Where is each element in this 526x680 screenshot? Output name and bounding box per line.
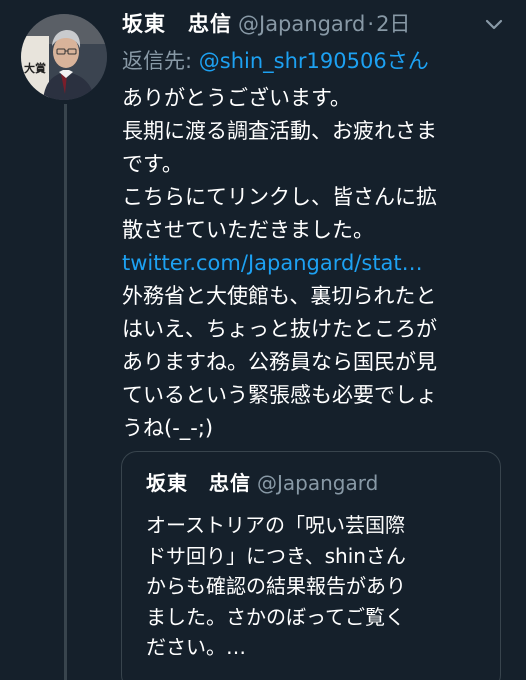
quoted-author-name: 坂東 忠信	[146, 471, 251, 495]
author-name[interactable]: 坂東 忠信	[122, 12, 232, 36]
quoted-text-line: ました。さかのぼってご覧く	[146, 604, 405, 629]
tweet-text-line: はいえ、ちょっと抜けたところが	[122, 317, 437, 341]
quoted-text-line: ださい。…	[146, 635, 246, 659]
tweet-text-line: こちらにてリンクし、皆さんに拡	[122, 185, 437, 209]
reply-mention-link[interactable]: @shin_shr190506	[199, 49, 387, 73]
tweet-text-line: うね(-_-;)	[122, 416, 214, 440]
quoted-tweet-card[interactable]: 坂東 忠信 @Japangard オーストリアの「呪い芸国際 ドサ回り」につき、s…	[121, 451, 501, 680]
tweet-link[interactable]: twitter.com/Japangard/stat…	[122, 247, 522, 280]
quoted-tweet-text: オーストリアの「呪い芸国際 ドサ回り」につき、shinさん からも確認の結果報告…	[146, 510, 486, 663]
quoted-author-handle: @Japangard	[257, 471, 379, 495]
tweet-text-line: 長期に渡る調査活動、お疲れさま	[122, 119, 437, 143]
reply-to-label: 返信先:	[122, 49, 199, 73]
avatar[interactable]: 大賞	[21, 14, 107, 100]
tweet-text-line: ているという緊張感も必要でしょ	[122, 383, 437, 407]
quoted-tweet-header: 坂東 忠信 @Japangard	[146, 468, 378, 498]
thread-line	[64, 104, 67, 680]
tweet-body: ありがとうございます。 長期に渡る調査活動、お疲れさま です。 こちらにてリンク…	[122, 82, 522, 445]
author-handle[interactable]: @Japangard	[238, 12, 365, 36]
post-time[interactable]: 2日	[376, 12, 410, 36]
avatar-image: 大賞	[21, 14, 107, 100]
chevron-down-icon[interactable]	[482, 12, 506, 36]
tweet-text-line: です。	[122, 152, 183, 176]
avatar-sign-text: 大賞	[24, 61, 46, 75]
tweet-header: 坂東 忠信 @Japangard·2日	[122, 6, 410, 42]
quoted-text-line: からも確認の結果報告があり	[146, 574, 406, 598]
tweet-text-line: ありますね。公務員なら国民が見	[122, 350, 437, 374]
tweet-text-line: 散させていただきました。	[122, 218, 374, 242]
tweet-text-line: 外務省と大使館も、裏切られたと	[122, 284, 437, 308]
tweet-text-line: ありがとうございます。	[122, 86, 351, 110]
quoted-text-line: ドサ回り」につき、shinさん	[146, 543, 406, 568]
dot-separator: ·	[367, 12, 375, 36]
reply-to: 返信先: @shin_shr190506さん	[122, 44, 429, 78]
reply-suffix: さん	[386, 49, 429, 73]
quoted-text-line: オーストリアの「呪い芸国際	[146, 513, 405, 537]
